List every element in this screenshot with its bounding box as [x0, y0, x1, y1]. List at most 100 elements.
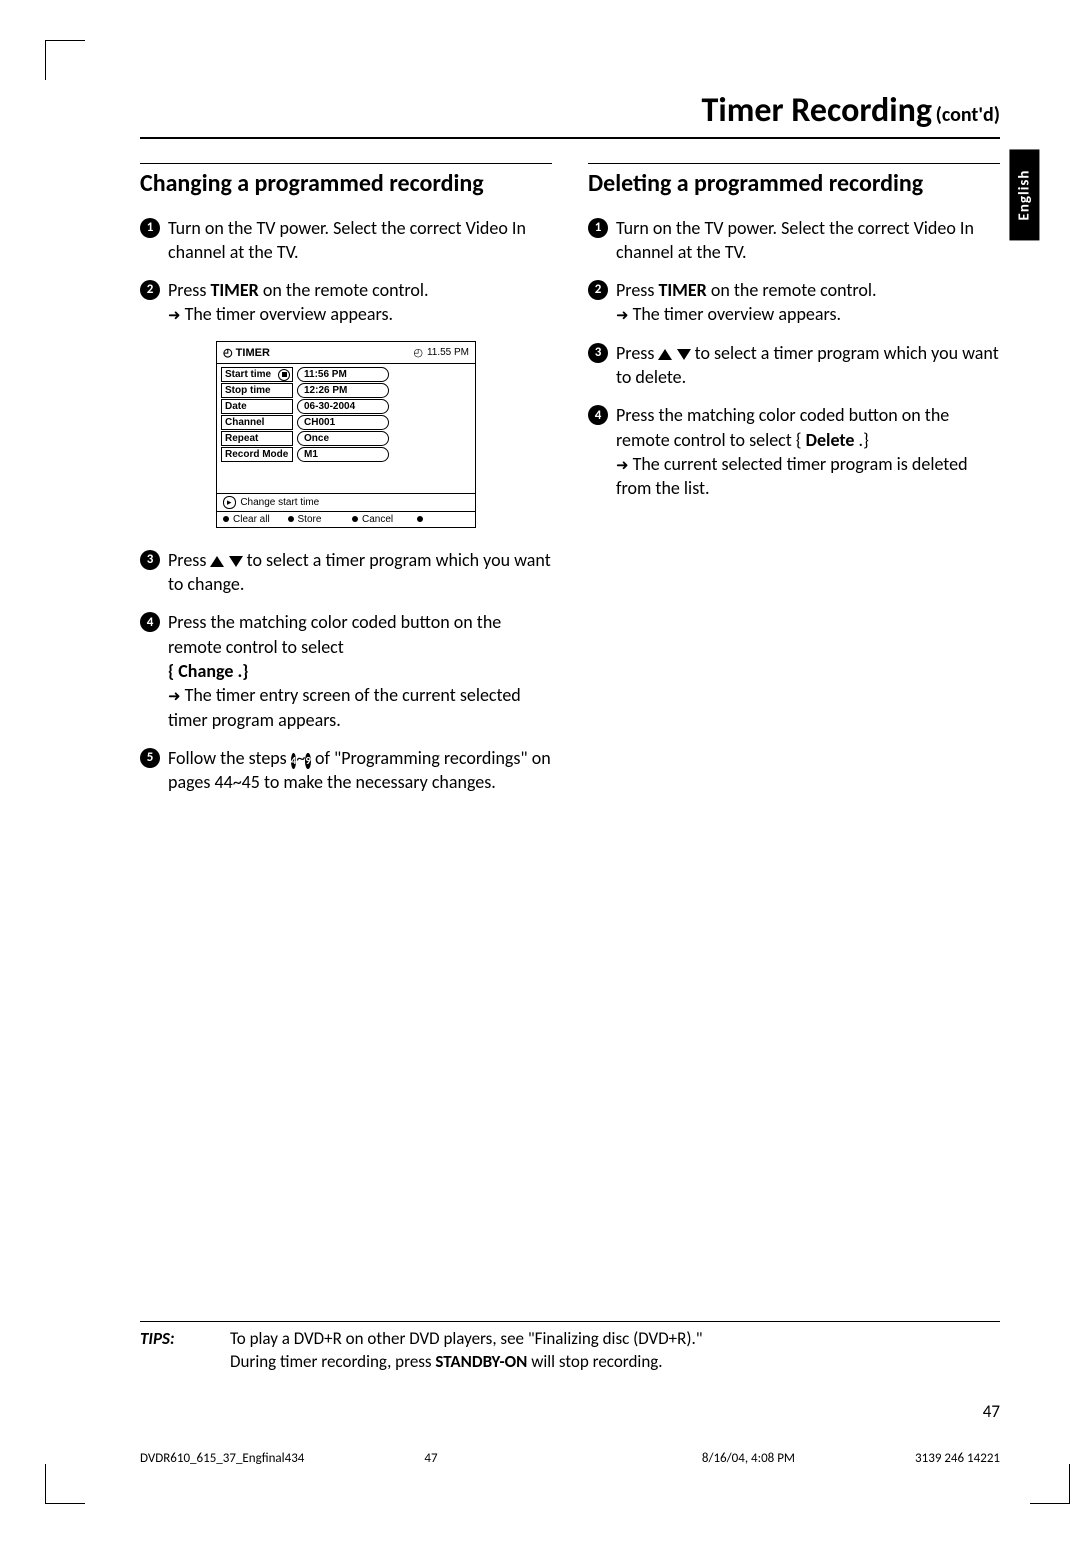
left-column: Changing a programmed recording 1 Turn o…	[140, 163, 552, 808]
record-icon	[278, 369, 290, 381]
timer-value-record-mode: M1	[297, 447, 389, 462]
right-step-4: 4 Press the matching color coded button …	[588, 403, 1000, 500]
timer-title: TIMER	[236, 347, 270, 359]
timer-keyword: TIMER	[658, 279, 706, 301]
right-step-2: 2 Press TIMER on the remote control. The…	[588, 278, 1000, 327]
step-text: Turn on the TV power. Select the correct…	[616, 216, 1000, 265]
text: Press	[616, 279, 658, 301]
timer-label-repeat: Repeat	[221, 431, 293, 446]
step-text: Press TIMER on the remote control. The t…	[168, 278, 552, 327]
section-rule	[140, 163, 552, 164]
page-title: Timer Recording	[702, 90, 932, 131]
text: Press	[616, 342, 658, 364]
text: The timer overview appears.	[633, 303, 841, 325]
page-content: Timer Recording (cont'd) English Changin…	[140, 90, 1000, 808]
crop-mark-tl	[45, 40, 85, 80]
up-triangle-icon	[210, 556, 224, 567]
tips-body: To play a DVD+R on other DVD players, se…	[230, 1328, 1000, 1374]
left-step-4: 4 Press the matching color coded button …	[140, 610, 552, 731]
step-text: Turn on the TV power. Select the correct…	[168, 216, 552, 265]
left-step-5: 5 Follow the steps 4~9 of "Programming r…	[140, 746, 552, 795]
step-badge-4: 4	[140, 612, 160, 632]
page-title-suffix: (cont'd)	[936, 103, 1000, 127]
down-triangle-icon	[677, 349, 691, 360]
standby-on-keyword: STANDBY-ON	[435, 1351, 527, 1372]
left-step-2: 2 Press TIMER on the remote control. The…	[140, 278, 552, 327]
text: Press	[168, 549, 210, 571]
step-badge-1: 1	[140, 218, 160, 238]
timer-foot-cancel: Cancel	[362, 514, 393, 525]
text: To play a DVD+R on other DVD players, se…	[230, 1328, 703, 1349]
arrow-icon	[168, 684, 185, 706]
left-heading: Changing a programmed recording	[140, 170, 552, 198]
timer-value-start-time: 11:56 PM	[297, 367, 389, 382]
page-number: 47	[983, 1401, 1000, 1422]
text: .}	[854, 429, 868, 451]
text: to select a timer program which you want…	[616, 342, 999, 388]
step-text: Follow the steps 4~9 of "Programming rec…	[168, 746, 552, 795]
clock-icon: ◴	[223, 347, 233, 359]
timer-value-repeat: Once	[297, 431, 389, 446]
tips-section: TIPS: To play a DVD+R on other DVD playe…	[140, 1321, 1000, 1374]
step-badge-3: 3	[588, 343, 608, 363]
text: The current selected timer program is de…	[616, 453, 968, 499]
text: will stop recording.	[527, 1351, 662, 1372]
text: Press the matching color coded button on…	[168, 611, 501, 657]
text: on the remote control.	[259, 279, 429, 301]
arrow-icon	[616, 453, 633, 475]
timer-value-stop-time: 12:26 PM	[297, 383, 389, 398]
clock-icon: ◴	[413, 346, 423, 359]
timer-label-record-mode: Record Mode	[221, 447, 293, 462]
step-text: Press to select a timer program which yo…	[168, 548, 552, 597]
color-dot-icon	[288, 516, 294, 522]
text: ~	[296, 747, 305, 769]
timer-value-date: 06-30-2004	[297, 399, 389, 414]
timer-label-date: Date	[221, 399, 293, 414]
crop-mark-bl	[45, 1464, 85, 1504]
color-dot-icon	[223, 516, 229, 522]
step-badge-2: 2	[140, 280, 160, 300]
nav-right-icon: ▸	[223, 496, 236, 509]
tips-label: TIPS:	[140, 1328, 200, 1374]
print-footer: DVDR610_615_37_Engfinal434 47 8/16/04, 4…	[140, 1451, 1000, 1466]
step-badge-4: 4	[588, 405, 608, 425]
timer-hint: ▸ Change start time	[217, 494, 475, 512]
text: Press the matching color coded button on…	[616, 404, 949, 450]
crop-mark-br	[1030, 1464, 1070, 1504]
color-dot-icon	[352, 516, 358, 522]
footer-datetime: 8/16/04, 4:08 PM	[702, 1451, 795, 1466]
timer-label-start-time: Start time	[221, 367, 293, 382]
text: Follow the steps	[168, 747, 291, 769]
timer-footer: Clear all Store Cancel	[217, 512, 475, 527]
text: to select a timer program which you want…	[168, 549, 551, 595]
down-triangle-icon	[229, 556, 243, 567]
right-step-3: 3 Press to select a timer program which …	[588, 341, 1000, 390]
timer-overview-box: ◴ TIMER ◴ 11.55 PM Start time 11:56 PM S…	[216, 341, 476, 528]
step-text: Press TIMER on the remote control. The t…	[616, 278, 1000, 327]
timer-foot-clear: Clear all	[233, 514, 270, 525]
up-triangle-icon	[658, 349, 672, 360]
timer-header: ◴ TIMER ◴ 11.55 PM	[217, 342, 475, 364]
language-tab: English	[1010, 150, 1040, 241]
timer-hint-text: Change start time	[240, 497, 319, 508]
tips-rule	[140, 1321, 1000, 1322]
section-rule	[588, 163, 1000, 164]
color-dot-icon	[417, 516, 423, 522]
timer-foot-store: Store	[298, 514, 322, 525]
footer-file: DVDR610_615_37_Engfinal434	[140, 1451, 304, 1466]
delete-option: Delete	[806, 429, 855, 451]
left-step-1: 1 Turn on the TV power. Select the corre…	[140, 216, 552, 265]
text: on the remote control.	[707, 279, 877, 301]
page-title-row: Timer Recording (cont'd)	[140, 90, 1000, 139]
timer-label-channel: Channel	[221, 415, 293, 430]
footer-code: 3139 246 14221	[915, 1451, 1000, 1466]
right-column: Deleting a programmed recording 1 Turn o…	[588, 163, 1000, 808]
text: Press	[168, 279, 210, 301]
step-badge-5: 5	[140, 748, 160, 768]
text: The timer entry screen of the current se…	[168, 684, 521, 730]
right-heading: Deleting a programmed recording	[588, 170, 1000, 198]
change-option: { Change .}	[168, 660, 248, 682]
arrow-icon	[168, 303, 185, 325]
arrow-icon	[616, 303, 633, 325]
step-badge-3: 3	[140, 550, 160, 570]
